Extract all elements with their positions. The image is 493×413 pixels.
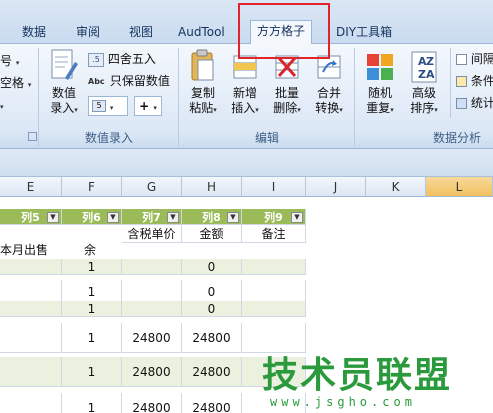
svg-text:Z: Z (426, 55, 434, 68)
cell-title-f[interactable]: 余 (84, 241, 122, 259)
table-cell-f[interactable]: 1 (62, 393, 122, 413)
table-cell-h[interactable]: 24800 (182, 393, 242, 413)
table-header-cell[interactable]: 列7 ▼ (122, 209, 182, 225)
table-cell-f[interactable]: 1 (62, 357, 122, 387)
document-pencil-icon (51, 49, 78, 80)
group-label-analysis: 数据分析 (432, 131, 481, 145)
table-cell-f[interactable]: 1 (62, 301, 122, 317)
table-cell-g[interactable]: 24800 (122, 323, 182, 353)
group-separator (38, 48, 39, 146)
tab-view[interactable]: 视图 (123, 22, 159, 44)
table-cell-h[interactable]: 0 (182, 259, 242, 275)
filter-dropdown-icon[interactable]: ▼ (291, 212, 303, 223)
filter-dropdown-icon[interactable]: ▼ (47, 212, 59, 223)
color-squares-icon (367, 54, 393, 80)
column-header-l[interactable]: L (426, 177, 493, 197)
table-cell-e[interactable] (0, 393, 62, 413)
table-cell-g[interactable] (122, 301, 182, 317)
round-button[interactable]: .5 四舍五入 (88, 50, 156, 68)
cell-title-i[interactable]: 备注 (242, 225, 306, 243)
column-header-i[interactable]: I (242, 177, 306, 197)
partial-item-2[interactable]: 空格 ▾ (0, 74, 31, 92)
table-header-cell[interactable]: 列6 ▼ (62, 209, 122, 225)
table-header-cell[interactable]: 列5 ▼ (0, 209, 62, 225)
condition-icon (456, 76, 467, 87)
table-cell-g[interactable]: 24800 (122, 357, 182, 387)
interval-icon (456, 54, 467, 65)
table-cell-e[interactable] (0, 259, 62, 275)
table-cell-g[interactable] (122, 259, 182, 275)
column-header-h[interactable]: H (182, 177, 242, 197)
dialog-launcher-icon[interactable] (28, 132, 37, 141)
filter-dropdown-icon[interactable]: ▼ (167, 212, 179, 223)
clipboard-icon (191, 49, 214, 81)
partial-item-1[interactable]: 号 ▾ (0, 52, 19, 70)
table-cell-i[interactable] (242, 259, 306, 275)
random-repeat-button[interactable]: 随机 重复▾ (360, 48, 400, 118)
table-cell-e[interactable] (0, 301, 62, 317)
interval-button[interactable]: 间隔 (456, 50, 493, 68)
table-cell-e[interactable] (0, 357, 62, 387)
group-separator (354, 48, 355, 146)
tab-data[interactable]: 数据 (16, 22, 52, 44)
stats-icon (456, 98, 467, 109)
condition-button[interactable]: 条件 (456, 72, 493, 90)
number-format-dropdown[interactable]: 5 ▾ (88, 96, 128, 116)
svg-text:Z: Z (418, 68, 426, 81)
sort-az-icon: A Z Z A (411, 51, 437, 83)
ribbon-panel: 号 ▾ 空格 ▾ ▾ 数值 录入▾ .5 四舍五入 Abc 只保留数值 5 ▾ … (0, 44, 493, 149)
tab-review[interactable]: 审阅 (70, 22, 106, 44)
tab-audtool[interactable]: AudTool (172, 22, 231, 44)
group-label-edit: 编辑 (254, 131, 279, 145)
table-header-cell[interactable]: 列8 ▼ (182, 209, 242, 225)
table-cell-h[interactable]: 24800 (182, 357, 242, 387)
copy-paste-button[interactable]: 复制 粘贴▾ (184, 48, 222, 118)
advanced-sort-button[interactable]: A Z Z A 高级 排序▾ (404, 48, 444, 118)
group-label-numeric: 数值录入 (84, 131, 133, 145)
table-cell-i[interactable] (242, 301, 306, 317)
table-cell-f[interactable]: 1 (62, 259, 122, 275)
highlight-annotation (238, 3, 330, 59)
filter-dropdown-icon[interactable]: ▼ (227, 212, 239, 223)
table-cell-g[interactable]: 24800 (122, 393, 182, 413)
group-separator (450, 48, 451, 118)
number-format-icon: 5 (92, 100, 106, 112)
table-header-cell[interactable]: 列9 ▼ (242, 209, 306, 225)
column-header-f[interactable]: F (62, 177, 122, 197)
table-cell-e[interactable] (0, 323, 62, 353)
plus-icon: + (139, 99, 150, 113)
partial-item-3[interactable]: ▾ (0, 96, 4, 114)
table-cell-h[interactable]: 24800 (182, 323, 242, 353)
value-entry-button[interactable]: 数值 录入▾ (44, 48, 84, 118)
tab-diy-toolbox[interactable]: DIY工具箱 (330, 22, 398, 44)
cell-title-h[interactable]: 金额 (182, 225, 242, 243)
excel-window: 数据 审阅 视图 AudTool 方方格子 DIY工具箱 号 ▾ 空格 ▾ ▾ (0, 0, 493, 413)
table-cell-f[interactable]: 1 (62, 323, 122, 353)
watermark-title: 技术员联盟 (262, 355, 453, 396)
add-value-dropdown[interactable]: + ▾ (134, 96, 162, 116)
formula-bar-area (0, 149, 493, 177)
column-header-g[interactable]: G (122, 177, 182, 197)
group-separator (178, 48, 179, 146)
cell-title-g[interactable]: 含税单价 (122, 225, 182, 243)
column-header-j[interactable]: J (306, 177, 366, 197)
keep-values-button[interactable]: Abc 只保留数值 (88, 72, 170, 90)
filter-dropdown-icon[interactable]: ▼ (107, 212, 119, 223)
watermark-url: www.jsgho.com (270, 395, 416, 409)
column-header-e[interactable]: E (0, 177, 62, 197)
svg-text:A: A (426, 68, 435, 81)
round-icon: .5 (88, 52, 104, 67)
table-cell-h[interactable]: 0 (182, 301, 242, 317)
column-header-k[interactable]: K (366, 177, 426, 197)
abc-icon: Abc (88, 76, 105, 86)
stats-button[interactable]: 统计 (456, 94, 493, 112)
